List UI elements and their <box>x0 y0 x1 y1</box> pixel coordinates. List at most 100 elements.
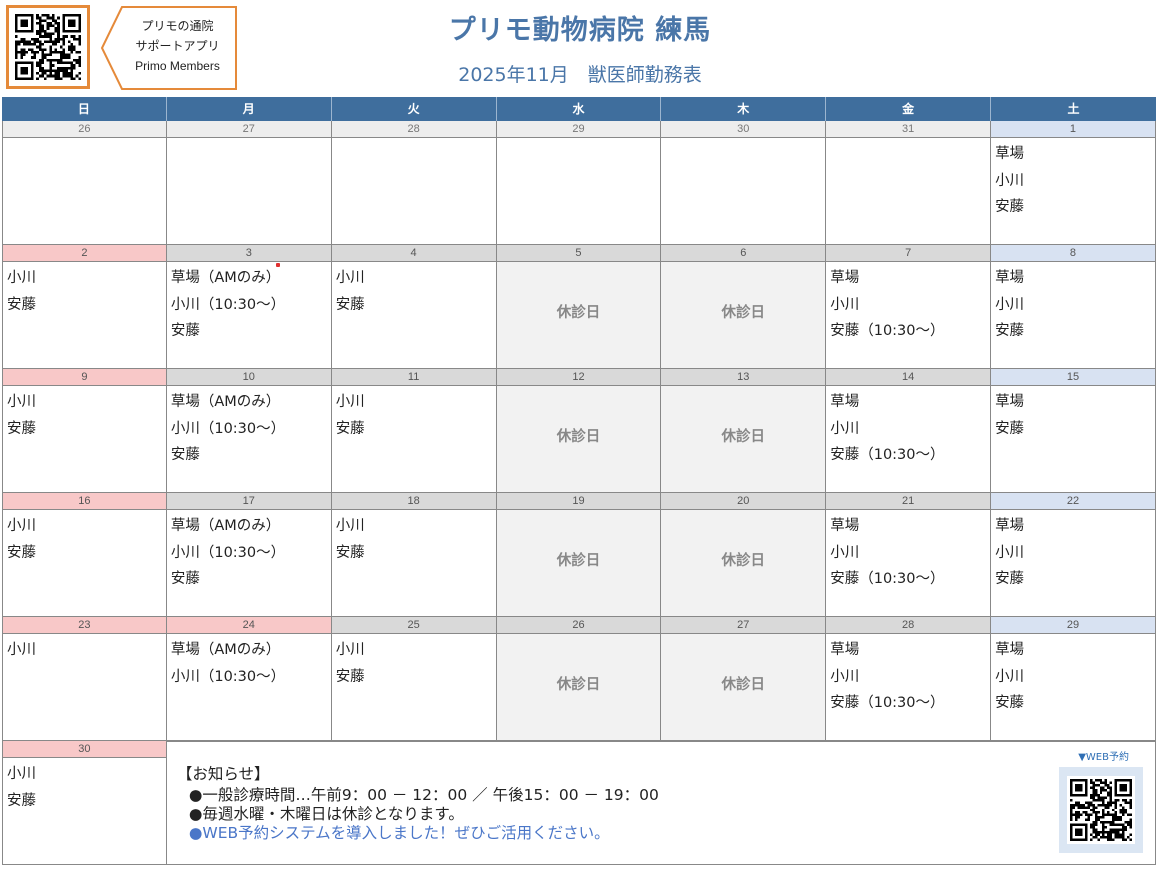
date-label: 16 <box>2 493 167 510</box>
day-cell: 小川 安藤 <box>331 386 497 493</box>
date-label: 25 <box>331 617 497 634</box>
vet-name: 安藤（10:30～） <box>830 695 945 711</box>
vet-name: 安藤 <box>995 323 1025 339</box>
date-label: 30 <box>2 741 167 758</box>
vet-name: 安藤（10:30～） <box>830 323 945 339</box>
vet-name: 小川 <box>7 518 36 534</box>
closed-day-label: 休診日 <box>556 553 601 569</box>
vet-name: 小川（10:30～） <box>170 296 286 313</box>
day-cell: 草場 小川 安藤 <box>991 262 1156 369</box>
vet-name: 小川 <box>7 394 36 410</box>
vet-name: 草場 <box>995 270 1025 286</box>
closed-day-label: 休診日 <box>721 305 766 321</box>
date-label: 15 <box>991 369 1156 386</box>
vet-name: 小川 <box>335 394 365 410</box>
date-label: 13 <box>661 369 827 386</box>
date-label: 21 <box>826 493 992 510</box>
date-label: 1 <box>991 121 1156 138</box>
app-tag-line-1: プリモの通院 <box>141 19 214 33</box>
vet-name: 草場 <box>995 146 1025 162</box>
page-subtitle: 2025年11月 獣医師勤務表 <box>458 64 702 86</box>
vet-name: 草場（AMのみ） <box>170 394 281 410</box>
vet-name: 小川 <box>995 296 1025 313</box>
closed-day-label: 休診日 <box>721 677 766 693</box>
day-cell <box>661 138 827 245</box>
date-label: 28 <box>826 617 992 634</box>
vet-name: 草場 <box>830 518 860 534</box>
vet-name: 安藤（10:30～） <box>830 571 945 587</box>
date-label: 3 <box>166 245 332 262</box>
closed-day-cell: 休診日 <box>661 634 827 741</box>
vet-name: 安藤 <box>7 544 36 561</box>
closed-day-label: 休診日 <box>556 429 601 445</box>
closed-day-cell: 休診日 <box>496 634 662 741</box>
day-cell: 草場（AMのみ） 小川（10:30～） 安藤 <box>166 386 332 493</box>
day-cell: 草場 小川 安藤（10:30～） <box>826 510 992 617</box>
day-cell: 草場 小川 安藤 <box>991 138 1156 245</box>
weekday-label: 月 <box>167 97 332 121</box>
weekday-label: 金 <box>826 97 992 121</box>
date-label: 14 <box>826 369 992 386</box>
day-cell: 小川 安藤 <box>331 634 497 741</box>
web-reservation-label: ▼WEB予約 <box>1078 752 1129 763</box>
date-label: 23 <box>2 617 167 634</box>
vet-name: 安藤 <box>335 668 365 685</box>
vet-name: 小川 <box>995 668 1025 685</box>
closed-day-cell: 休診日 <box>661 510 827 617</box>
day-cell: 草場 安藤 <box>991 386 1156 493</box>
day-cell <box>166 138 332 245</box>
marker-dot <box>276 263 280 267</box>
vet-name: 草場 <box>830 394 860 410</box>
vet-name: 安藤 <box>335 420 365 437</box>
vet-name: 安藤（10:30～） <box>830 447 945 463</box>
date-label: 9 <box>2 369 167 386</box>
date-label: 10 <box>166 369 332 386</box>
date-label: 30 <box>661 121 827 138</box>
day-cell: 小川 安藤 <box>331 510 497 617</box>
closed-day-cell: 休診日 <box>496 386 662 493</box>
vet-name: 草場（AMのみ） <box>170 270 281 286</box>
app-promo-tag: プリモの通院 サポートアプリ Primo Members <box>100 6 237 90</box>
date-label: 31 <box>826 121 992 138</box>
closed-day-label: 休診日 <box>721 429 766 445</box>
qr-code-icon <box>15 14 81 80</box>
vet-name: 小川 <box>830 296 860 313</box>
app-tag-line-2: サポートアプリ <box>135 39 220 53</box>
vet-name: 小川（10:30～） <box>170 420 286 437</box>
date-label: 29 <box>991 617 1156 634</box>
vet-name: 安藤 <box>335 544 365 561</box>
day-cell: 草場 小川 安藤 <box>991 510 1156 617</box>
vet-name: 草場（AMのみ） <box>170 642 281 658</box>
closed-day-label: 休診日 <box>556 305 601 321</box>
vet-name: 草場（AMのみ） <box>170 518 281 534</box>
day-cell: 小川 <box>2 634 167 741</box>
weekday-label: 木 <box>661 97 827 121</box>
page-title: プリモ動物病院 練馬 <box>448 15 712 46</box>
vet-name: 草場 <box>995 518 1025 534</box>
day-cell <box>826 138 992 245</box>
day-cell <box>496 138 662 245</box>
web-reservation-qr[interactable] <box>1058 767 1143 853</box>
weekday-header: 日月火水木金 土 <box>2 97 1156 121</box>
weekday-label: 火 <box>332 97 497 121</box>
vet-name: 安藤 <box>170 447 200 463</box>
date-label: 12 <box>496 369 662 386</box>
date-label: 29 <box>496 121 662 138</box>
app-qr-code[interactable] <box>6 5 90 89</box>
day-cell: 草場 小川 安藤（10:30～） <box>826 262 992 369</box>
schedule-calendar: 日月火水木金土 26 27 28 29 30 31 1 草場 小川 安藤 2 3 4 5 6 7 8 小川 安藤 草場… <box>2 97 1156 865</box>
day-cell <box>331 138 497 245</box>
date-label: 2 <box>2 245 167 262</box>
notice-box: 【お知らせ】 ●一般診療時間…午前9：00 － 12：00 ／ 午後15：00 … <box>166 741 1156 865</box>
day-cell: 草場（AMのみ） 小川（10:30～） <box>166 634 332 741</box>
date-label: 27 <box>166 121 332 138</box>
closed-day-cell: 休診日 <box>661 262 827 369</box>
day-cell: 小川 安藤 <box>331 262 497 369</box>
day-cell <box>2 138 167 245</box>
vet-name: 安藤 <box>995 571 1025 587</box>
week-row: 2 3 4 5 6 7 8 小川 安藤 草場（AMのみ） 小川（10:30～） 安藤 小川 安藤 休診日 休診… <box>2 245 1156 369</box>
closed-day-label: 休診日 <box>721 553 766 569</box>
vet-name: 小川（10:30～） <box>170 668 286 685</box>
day-cell: 小川 安藤 <box>2 386 167 493</box>
vet-name: 小川（10:30～） <box>170 544 286 561</box>
